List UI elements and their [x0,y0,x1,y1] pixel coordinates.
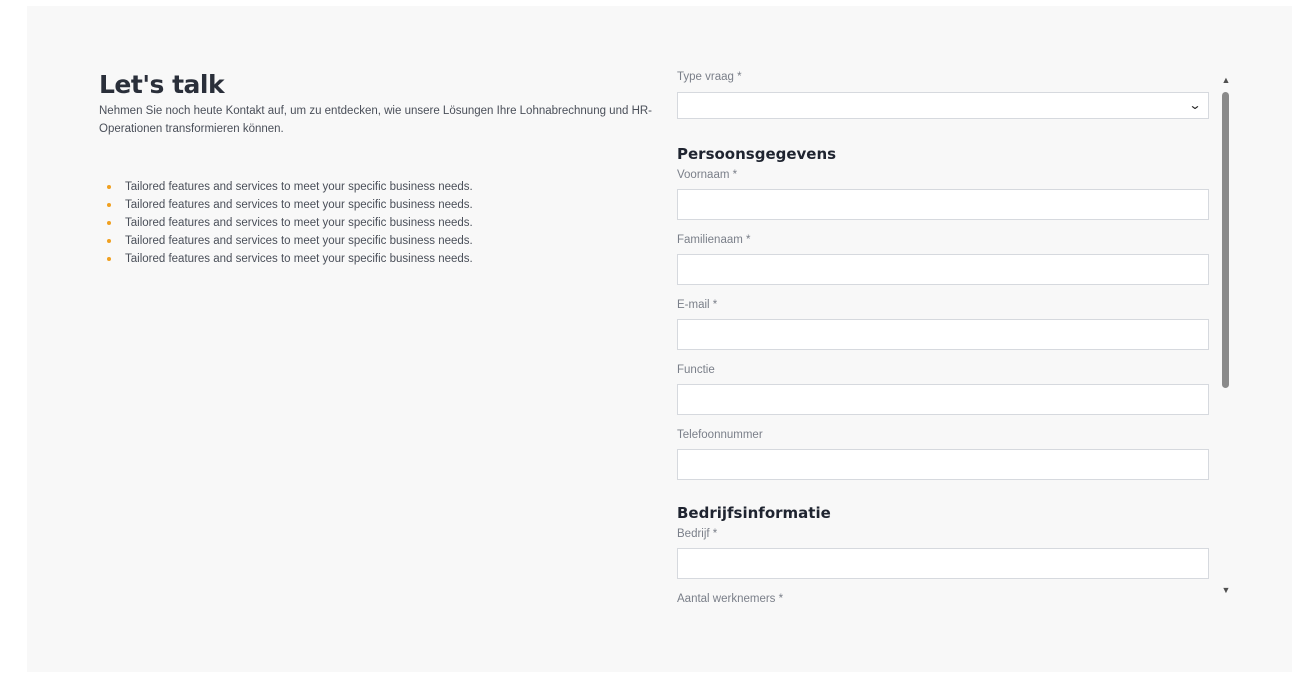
list-item: Tailored features and services to meet y… [107,250,659,268]
type-select[interactable]: ⌄ [677,92,1209,119]
function-label: Functie [677,364,715,376]
scroll-down-arrow-icon[interactable]: ▼ [1219,584,1233,596]
intro-section: Let's talk Nehmen Sie noch heute Kontakt… [99,70,659,268]
phone-label: Telefoonnummer [677,429,763,441]
bullet-dot-icon [107,257,111,261]
chevron-down-icon: ⌄ [1188,98,1202,112]
bullet-dot-icon [107,203,111,207]
type-label: Type vraag * [677,71,742,83]
contact-form-scroll-area[interactable]: Type vraag * ⌄ Persoonsgegevens Voornaam… [677,70,1235,610]
bullet-dot-icon [107,185,111,189]
page-title: Let's talk [99,70,225,99]
scroll-up-arrow-icon[interactable]: ▲ [1219,74,1233,86]
company-label: Bedrijf * [677,528,718,540]
company-field[interactable] [677,548,1209,579]
function-field[interactable] [677,384,1209,415]
email-label: E-mail * [677,299,718,311]
scrollbar-thumb[interactable] [1222,92,1229,388]
last-name-field[interactable] [677,254,1209,285]
last-name-label: Familienaam * [677,234,751,246]
first-name-field[interactable] [677,189,1209,220]
list-item: Tailored features and services to meet y… [107,178,659,196]
first-name-label: Voornaam * [677,169,738,181]
intro-text: Nehmen Sie noch heute Kontakt auf, um zu… [99,105,653,135]
list-item: Tailored features and services to meet y… [107,196,659,214]
form-scrollbar[interactable]: ▲ ▼ [1219,72,1233,600]
phone-field[interactable] [677,449,1209,480]
employees-label: Aantal werknemers * [677,593,784,605]
email-field[interactable] [677,319,1209,350]
benefits-list: Tailored features and services to meet y… [107,178,659,268]
personal-heading: Persoonsgegevens [677,145,837,163]
bullet-dot-icon [107,221,111,225]
contact-form: Type vraag * ⌄ Persoonsgegevens Voornaam… [677,70,1209,610]
contact-panel: Let's talk Nehmen Sie noch heute Kontakt… [27,6,1292,672]
list-item: Tailored features and services to meet y… [107,214,659,232]
company-heading: Bedrijfsinformatie [677,504,831,522]
bullet-dot-icon [107,239,111,243]
list-item: Tailored features and services to meet y… [107,232,659,250]
